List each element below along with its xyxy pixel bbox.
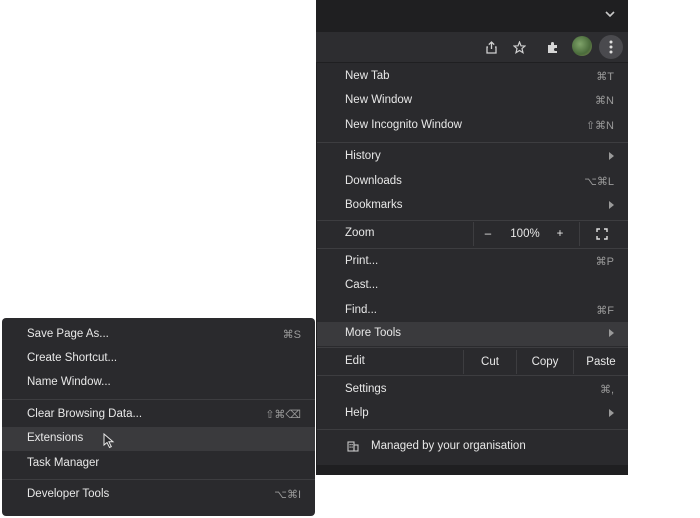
menu-item-shortcut: ⌥⌘L bbox=[584, 176, 614, 188]
menu-item-label: Task Manager bbox=[27, 457, 100, 469]
menu-item-new-tab[interactable]: New Tab ⌘T bbox=[317, 65, 628, 89]
menu-item-label: Bookmarks bbox=[345, 199, 403, 211]
menu-item-label: Extensions bbox=[27, 432, 84, 444]
menu-item-print[interactable]: Print... ⌘P bbox=[317, 250, 628, 274]
paste-button[interactable]: Paste bbox=[574, 350, 628, 374]
submenu-item-name-window[interactable]: Name Window... bbox=[2, 371, 315, 395]
menu-item-label: History bbox=[345, 150, 381, 162]
fullscreen-icon[interactable] bbox=[596, 228, 608, 240]
menu-item-shortcut: ⇧⌘N bbox=[585, 120, 614, 132]
menu-item-more-tools[interactable]: More Tools bbox=[317, 322, 628, 346]
menu-item-label: Find... bbox=[345, 304, 377, 316]
more-menu-kebab-icon[interactable] bbox=[599, 35, 623, 59]
menu-item-shortcut: ⌘N bbox=[595, 95, 614, 107]
browser-toolbar bbox=[316, 32, 628, 62]
menu-item-cast[interactable]: Cast... bbox=[317, 274, 628, 298]
submenu-arrow-icon bbox=[609, 201, 614, 209]
cut-button[interactable]: Cut bbox=[464, 350, 516, 374]
menu-item-label: New Incognito Window bbox=[345, 119, 462, 131]
menu-divider bbox=[317, 375, 628, 376]
menu-divider bbox=[317, 429, 628, 430]
menu-item-label: Edit bbox=[345, 355, 365, 367]
menu-item-label: Create Shortcut... bbox=[27, 352, 118, 364]
zoom-out-button[interactable]: – bbox=[475, 222, 501, 246]
submenu-item-create-shortcut[interactable]: Create Shortcut... bbox=[2, 347, 315, 371]
menu-divider bbox=[2, 399, 315, 400]
menu-item-label: Clear Browsing Data... bbox=[27, 408, 143, 420]
managed-by-organisation[interactable]: Managed by your organisation bbox=[317, 433, 628, 461]
copy-button[interactable]: Copy bbox=[517, 350, 573, 374]
profile-avatar[interactable] bbox=[572, 36, 592, 56]
menu-item-label: New Tab bbox=[345, 70, 390, 82]
menu-item-label: Help bbox=[345, 407, 369, 419]
submenu-item-task-manager[interactable]: Task Manager bbox=[2, 452, 315, 476]
menu-item-shortcut: ⌘T bbox=[596, 71, 614, 83]
extensions-puzzle-icon[interactable] bbox=[544, 38, 562, 56]
zoom-in-button[interactable]: + bbox=[547, 222, 573, 246]
menu-divider bbox=[317, 220, 628, 221]
submenu-arrow-icon bbox=[609, 329, 614, 337]
menu-item-new-incognito-window[interactable]: New Incognito Window ⇧⌘N bbox=[317, 114, 628, 138]
menu-item-shortcut: ⌘, bbox=[599, 384, 614, 396]
menu-item-help[interactable]: Help bbox=[317, 402, 628, 426]
chevron-down-icon[interactable] bbox=[604, 8, 616, 20]
menu-item-label: Cast... bbox=[345, 279, 379, 291]
main-menu: New Tab ⌘T New Window ⌘N New Incognito W… bbox=[317, 63, 628, 465]
building-icon bbox=[347, 441, 359, 452]
menu-item-shortcut: ⇧⌘⌫ bbox=[265, 409, 301, 421]
menu-item-shortcut: ⌘F bbox=[596, 305, 614, 317]
menu-item-zoom: Zoom – 100% + bbox=[317, 222, 628, 246]
submenu-arrow-icon bbox=[609, 409, 614, 417]
menu-item-label: New Window bbox=[345, 94, 413, 106]
menu-item-label: Print... bbox=[345, 255, 379, 267]
menu-divider bbox=[317, 347, 628, 348]
submenu-item-extensions[interactable]: Extensions bbox=[2, 427, 315, 451]
menu-item-bookmarks[interactable]: Bookmarks bbox=[317, 194, 628, 218]
menu-item-label: More Tools bbox=[345, 327, 402, 339]
menu-divider bbox=[2, 479, 315, 480]
mouse-cursor-icon bbox=[103, 433, 115, 449]
submenu-item-clear-browsing-data[interactable]: Clear Browsing Data... ⇧⌘⌫ bbox=[2, 403, 315, 427]
submenu-item-developer-tools[interactable]: Developer Tools ⌥⌘I bbox=[2, 483, 315, 507]
zoom-divider bbox=[579, 222, 580, 246]
menu-divider bbox=[317, 142, 628, 143]
menu-item-edit: Edit Cut Copy Paste bbox=[317, 350, 628, 374]
menu-item-label: Save Page As... bbox=[27, 328, 109, 340]
menu-item-label: Zoom bbox=[345, 227, 375, 239]
submenu-item-save-page-as[interactable]: Save Page As... ⌘S bbox=[2, 323, 315, 347]
menu-item-find[interactable]: Find... ⌘F bbox=[317, 299, 628, 323]
menu-item-downloads[interactable]: Downloads ⌥⌘L bbox=[317, 170, 628, 194]
zoom-level: 100% bbox=[510, 228, 540, 240]
zoom-divider bbox=[473, 222, 474, 246]
menu-divider bbox=[317, 248, 628, 249]
managed-label: Managed by your organisation bbox=[371, 440, 526, 452]
share-icon[interactable] bbox=[482, 38, 500, 56]
menu-item-settings[interactable]: Settings ⌘, bbox=[317, 378, 628, 402]
menu-item-label: Downloads bbox=[345, 175, 402, 187]
more-tools-submenu: Save Page As... ⌘S Create Shortcut... Na… bbox=[2, 318, 315, 516]
menu-item-history[interactable]: History bbox=[317, 145, 628, 169]
menu-item-label: Name Window... bbox=[27, 376, 111, 388]
menu-item-label: Settings bbox=[345, 383, 387, 395]
menu-item-label: Developer Tools bbox=[27, 488, 110, 500]
menu-item-shortcut: ⌥⌘I bbox=[274, 489, 301, 501]
bookmark-star-icon[interactable] bbox=[510, 38, 528, 56]
menu-item-shortcut: ⌘P bbox=[595, 256, 614, 268]
tab-bar bbox=[316, 0, 628, 32]
submenu-arrow-icon bbox=[609, 152, 614, 160]
menu-item-new-window[interactable]: New Window ⌘N bbox=[317, 89, 628, 113]
menu-item-shortcut: ⌘S bbox=[282, 329, 301, 341]
